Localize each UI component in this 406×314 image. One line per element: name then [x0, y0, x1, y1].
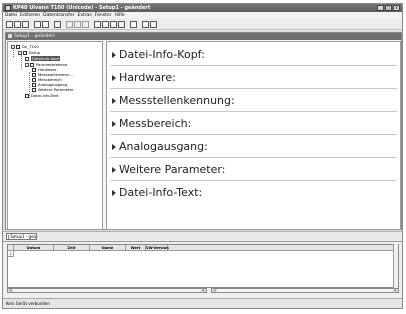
device-settings-icon[interactable] [110, 21, 117, 28]
panel-horizontal-scrollbar[interactable]: ◂ ▸ [211, 288, 399, 293]
transfer-icon[interactable] [118, 21, 125, 28]
table-row-number[interactable]: 1 [8, 251, 14, 257]
collapse-icon[interactable]: − [25, 62, 29, 67]
menu-extras[interactable]: Extras [78, 12, 92, 19]
print-preview-icon[interactable] [34, 21, 41, 28]
document-icon [8, 234, 10, 239]
table-horizontal-scrollbar[interactable]: ◂ ▸ [7, 288, 207, 293]
status-text: Kein Gerät verbunden [6, 301, 50, 306]
window-title: KP40 Ulvann T100 (Unicode) - Setup1 - ge… [13, 5, 151, 11]
folder-icon [30, 62, 34, 67]
cut-icon[interactable] [66, 21, 73, 28]
app-icon [5, 5, 11, 11]
print-icon[interactable] [42, 21, 49, 28]
device-read-icon[interactable] [94, 21, 101, 28]
page-icon [32, 77, 36, 82]
device-write-icon[interactable] [102, 21, 109, 28]
page-icon [32, 82, 36, 87]
table-header: Datum Zeit Name Wert SW-Version [8, 245, 398, 251]
document-tab-strip: Setup1 - gea [3, 231, 402, 240]
child-title-bar: Setup1 - geändert [6, 33, 401, 40]
open-folder-icon[interactable] [14, 21, 21, 28]
maximize-button[interactable]: □ [385, 5, 392, 11]
document-icon [8, 34, 12, 38]
tree-item-setup[interactable]: − Setup [18, 50, 40, 55]
expand-arrow-icon [112, 52, 116, 58]
data-panel: Datum Zeit Name Wert SW-Version 1 ◂ ▸ ◂ … [3, 241, 402, 299]
tree-item-datei-info-text[interactable]: Datei-Info-Text [25, 93, 58, 98]
expand-arrow-icon [112, 98, 116, 104]
paste-icon[interactable] [82, 21, 89, 28]
save-icon[interactable] [22, 21, 29, 28]
close-button[interactable]: x [393, 5, 400, 11]
minimize-button[interactable]: _ [377, 5, 384, 11]
folder-icon [23, 50, 27, 55]
section-analogausgang[interactable]: Analogausgang: [110, 136, 397, 158]
expand-arrow-icon [112, 144, 116, 150]
section-datei-info-kopf[interactable]: Datei-Info-Kopf: [110, 44, 397, 66]
child-window-title: Setup1 - geändert [14, 34, 55, 39]
setup-child-window: Setup1 - geändert − Dn_T100 − Setup Date… [5, 32, 402, 230]
expand-arrow-icon [112, 121, 116, 127]
section-messstellenkennung[interactable]: Messstellenkennung: [110, 90, 397, 112]
column-header-name[interactable]: Name [90, 245, 126, 251]
window-cascade-icon[interactable] [150, 21, 157, 28]
column-header-datum[interactable]: Datum [14, 245, 54, 251]
expand-arrow-icon [112, 190, 116, 196]
section-hardware[interactable]: Hardware: [110, 67, 397, 89]
scroll-right-icon[interactable]: ▸ [201, 289, 206, 292]
document-tab-setup1[interactable]: Setup1 - gea [6, 233, 37, 240]
section-weitere-parameter[interactable]: Weitere Parameter: [110, 159, 397, 181]
window-controls: _ □ x [377, 5, 400, 11]
page-icon [32, 67, 36, 72]
scroll-left-icon[interactable]: ◂ [8, 289, 13, 292]
data-icon[interactable] [130, 21, 137, 28]
page-icon [32, 72, 36, 77]
edit-icon[interactable] [54, 21, 61, 28]
tree-item-weitere-parameter[interactable]: Weitere Parameter [32, 87, 74, 92]
menu-hilfe[interactable]: Hilfe [114, 12, 124, 19]
tree-item-root[interactable]: − Dn_T100 [11, 44, 39, 49]
menu-editieren[interactable]: Editieren [20, 12, 40, 19]
column-header-zeit[interactable]: Zeit [54, 245, 90, 251]
setup-tree: − Dn_T100 − Setup Dateiinfo-Kopf − Param… [7, 41, 103, 230]
tree-connector [21, 55, 22, 69]
scroll-left-icon[interactable]: ◂ [212, 289, 217, 292]
window-tile-icon[interactable] [142, 21, 149, 28]
copy-icon[interactable] [74, 21, 81, 28]
column-header-wert[interactable]: Wert [126, 245, 146, 251]
new-file-icon[interactable] [6, 21, 13, 28]
collapse-icon[interactable]: − [11, 44, 15, 49]
device-icon [16, 44, 20, 49]
menu-fenster[interactable]: Fenster [95, 12, 112, 19]
title-bar: KP40 Ulvann T100 (Unicode) - Setup1 - ge… [3, 4, 402, 12]
page-icon [25, 93, 29, 98]
application-window: KP40 Ulvann T100 (Unicode) - Setup1 - ge… [2, 3, 403, 309]
menu-bar: Datei Editieren Datentransfer Extras Fen… [3, 12, 402, 19]
collapse-icon[interactable]: − [18, 50, 22, 55]
expand-arrow-icon [112, 167, 116, 173]
data-table: Datum Zeit Name Wert SW-Version 1 [7, 244, 399, 288]
setup-content-panel: Datei-Info-Kopf: Hardware: Messstellenke… [106, 41, 401, 230]
expand-arrow-icon [112, 75, 116, 81]
section-messbereich[interactable]: Messbereich: [110, 113, 397, 135]
menu-datentransfer[interactable]: Datentransfer [43, 12, 74, 19]
toolbar [3, 19, 402, 30]
page-icon [25, 56, 29, 61]
section-datei-info-text[interactable]: Datei-Info-Text: [110, 182, 397, 204]
menu-datei[interactable]: Datei [5, 12, 17, 19]
page-icon [32, 87, 36, 92]
mdi-workspace: Setup1 - geändert − Dn_T100 − Setup Date… [3, 31, 402, 231]
column-header-sw-version[interactable]: SW-Version [146, 245, 169, 251]
table-vertical-scrollbar[interactable] [393, 244, 398, 288]
scroll-right-icon[interactable]: ▸ [393, 289, 398, 292]
tree-item-dateiinfo-kopf[interactable]: Dateiinfo-Kopf [25, 56, 61, 61]
status-bar: Kein Gerät verbunden [3, 298, 402, 308]
